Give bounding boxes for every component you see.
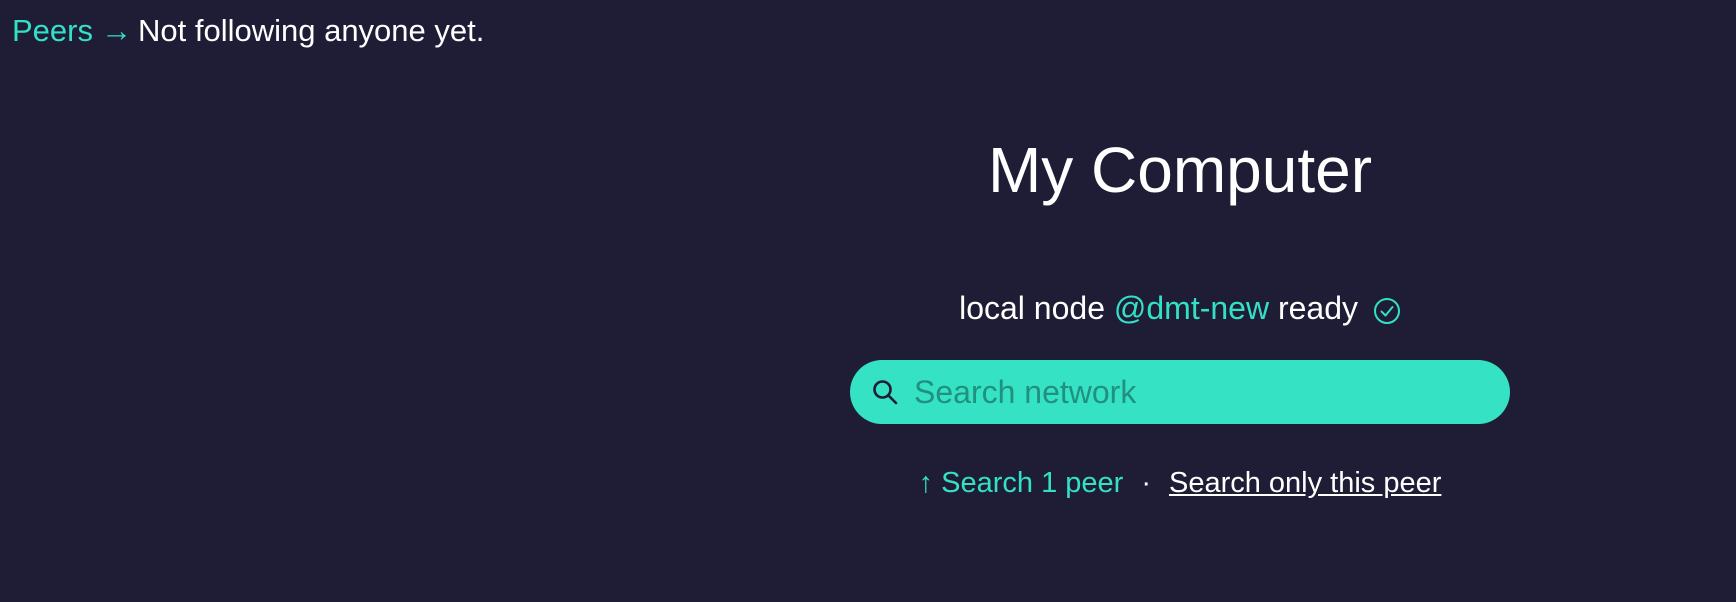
search-input[interactable] bbox=[910, 360, 1490, 424]
search-only-this-peer-link[interactable]: Search only this peer bbox=[1169, 467, 1441, 499]
peers-link[interactable]: Peers bbox=[12, 13, 93, 48]
node-status-suffix: ready bbox=[1277, 290, 1358, 326]
node-status-prefix: local node bbox=[959, 290, 1105, 326]
search-icon bbox=[870, 377, 900, 407]
page: Peers → Not following anyone yet. My Compu… bbox=[0, 0, 1736, 602]
check-circle-icon bbox=[1373, 294, 1401, 334]
search-bar[interactable] bbox=[850, 360, 1510, 424]
separator-dot: · bbox=[1141, 467, 1151, 499]
breadcrumb: Peers → Not following anyone yet. bbox=[12, 10, 484, 52]
search-peers-button[interactable]: ↑ Search 1 peer bbox=[919, 467, 1124, 499]
page-title: My Computer bbox=[987, 134, 1373, 206]
node-handle: @dmt-new bbox=[1113, 290, 1270, 326]
node-status: local node @dmt-new ready bbox=[850, 288, 1510, 334]
search-options: ↑ Search 1 peer · Search only this peer bbox=[850, 464, 1510, 502]
arrow-right-icon: → bbox=[100, 13, 132, 48]
following-status-text: Not following anyone yet. bbox=[137, 13, 485, 48]
